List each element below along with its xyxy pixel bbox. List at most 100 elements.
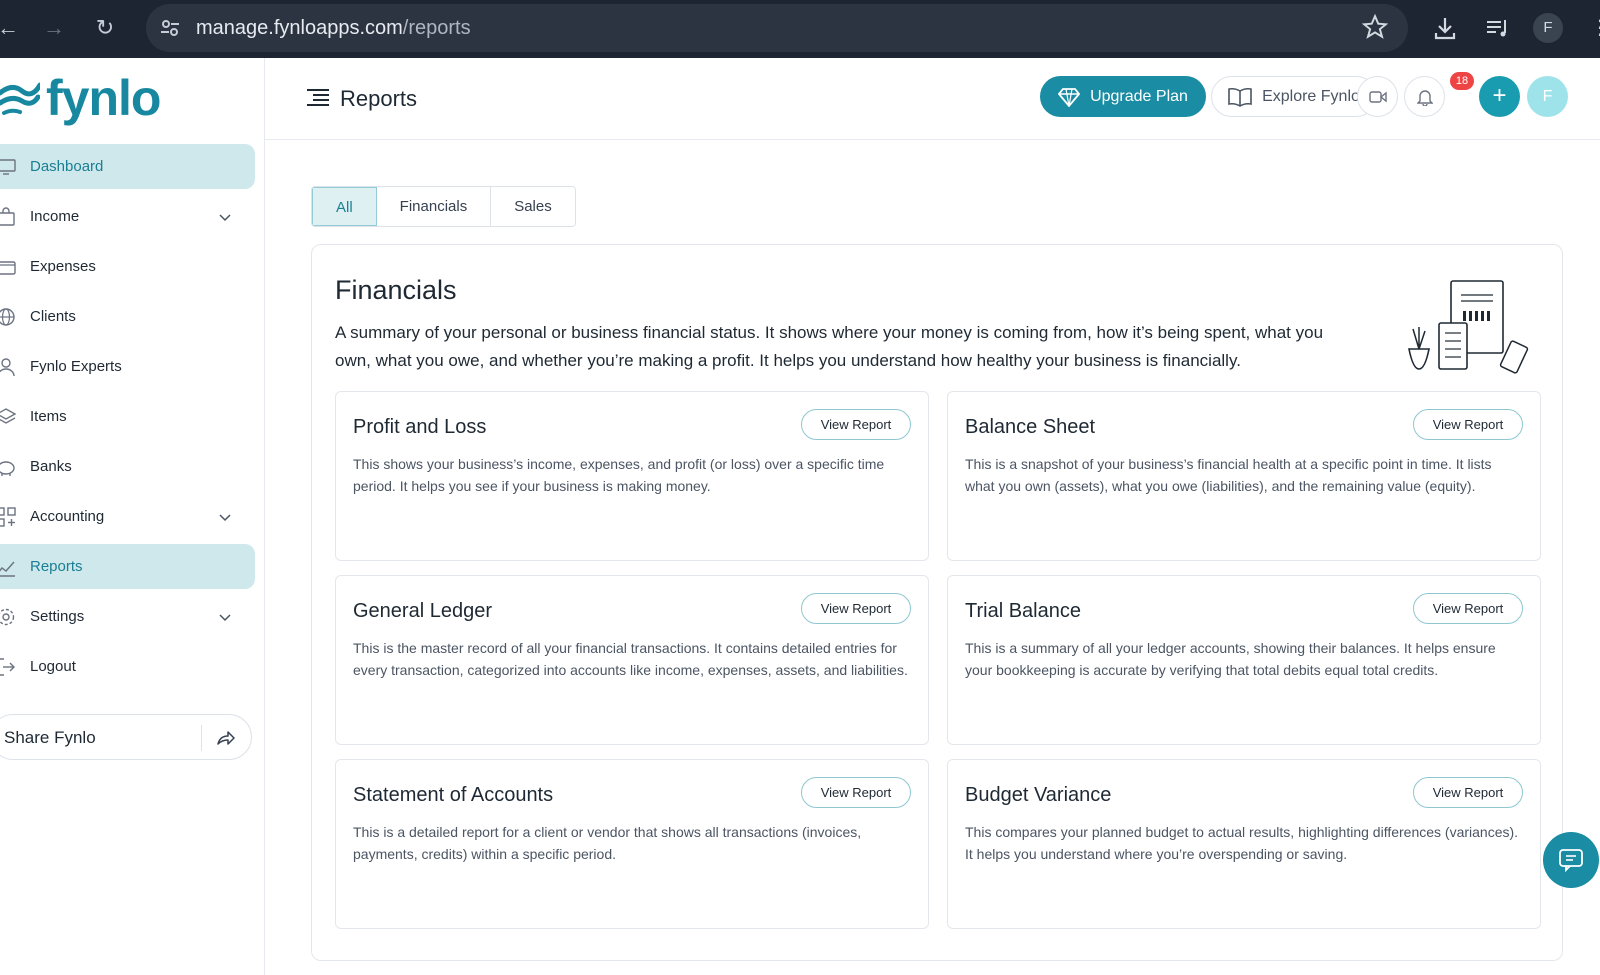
report-card-budget-variance: Budget Variance View Report This compare… [947,759,1541,929]
section-description: A summary of your personal or business f… [335,323,1324,370]
view-report-button[interactable]: View Report [801,777,911,808]
view-report-button[interactable]: View Report [801,409,911,440]
url-text: manage.fynloapps.com/reports [196,17,471,39]
tab-financials[interactable]: Financials [376,187,492,226]
grid-icon [0,507,16,527]
reload-icon[interactable]: ↻ [91,14,119,42]
bookmark-star-icon[interactable] [1362,14,1388,40]
sidebar-item-settings[interactable]: Settings [0,594,255,639]
sidebar-item-logout[interactable]: Logout [0,644,255,689]
upgrade-plan-button[interactable]: Upgrade Plan [1040,76,1206,117]
view-report-button[interactable]: View Report [1413,593,1523,624]
report-card-statement-of-accounts: Statement of Accounts View Report This i… [335,759,929,929]
report-card-balance-sheet: Balance Sheet View Report This is a snap… [947,391,1541,561]
chevron-down-icon[interactable] [218,210,232,224]
financials-section: Financials A summary of your personal or… [311,244,1563,961]
fynlo-logo[interactable]: fynlo [0,70,161,126]
top-header: Reports Upgrade Plan Explore Fynlo 18 + … [265,58,1600,140]
divider [201,725,202,751]
sidebar-item-banks[interactable]: Banks [0,444,255,489]
report-title: Budget Variance [965,784,1112,806]
forward-icon[interactable]: → [40,14,68,42]
sidebar-item-label: Logout [30,658,76,675]
book-icon [1228,87,1252,107]
chevron-down-icon[interactable] [218,510,232,524]
report-description: This is a detailed report for a client o… [353,824,862,862]
tab-sales[interactable]: Sales [491,187,575,226]
chart-icon [0,561,15,577]
back-icon[interactable]: ← [0,14,22,42]
monitor-icon [0,159,16,175]
report-description: This is the master record of all your fi… [353,640,908,678]
report-description: This shows your business’s income, expen… [353,456,885,494]
financial-documents-illustration [1408,280,1529,374]
report-card-general-ledger: General Ledger View Report This is the m… [335,575,929,745]
sidebar-item-accounting[interactable]: Accounting [0,494,255,539]
address-bar[interactable]: manage.fynloapps.com/reports [146,4,1408,52]
share-fynlo-button[interactable]: Share Fynlo [0,714,252,760]
sidebar-item-label: Settings [30,608,85,625]
video-button[interactable] [1357,76,1398,117]
sidebar-item-label: Banks [30,458,72,475]
sidebar-item-items[interactable]: Items [0,394,255,439]
report-title: Profit and Loss [353,416,487,438]
explore-fynlo-label: Explore Fynlo [1262,87,1360,105]
sidebar-item-label: Items [30,408,67,425]
site-settings-icon[interactable] [158,16,182,40]
menu-toggle-icon[interactable] [307,88,329,108]
report-title: Statement of Accounts [353,784,554,806]
sidebar-item-income[interactable]: Income [0,194,255,239]
report-title: Trial Balance [965,600,1081,622]
bell-icon [1416,89,1433,106]
logo-wave-icon [0,82,40,115]
sidebar-item-label: Dashboard [30,158,104,175]
share-arrow-icon[interactable] [215,728,235,748]
globe-icon [0,308,15,326]
layers-icon [0,408,16,424]
sidebar-item-label: Accounting [30,508,105,525]
gear-icon [0,608,15,626]
logout-icon [0,658,15,676]
sidebar-item-dashboard[interactable]: Dashboard [0,144,255,189]
sidebar-item-label: Clients [30,308,76,325]
upgrade-plan-label: Upgrade Plan [1090,87,1188,105]
diamond-icon [1058,87,1081,107]
logo-text: fynlo [46,70,161,126]
report-card-trial-balance: Trial Balance View Report This is a summ… [947,575,1541,745]
shopping-bag-icon [0,207,15,226]
report-description: This is a snapshot of your business’s fi… [965,456,1492,494]
media-control-icon[interactable] [1482,13,1512,43]
share-label: Share Fynlo [4,728,96,747]
report-card-profit-and-loss: Profit and Loss View Report This shows y… [335,391,929,561]
report-title: General Ledger [353,600,492,622]
notifications-button[interactable] [1404,76,1445,117]
download-icon[interactable] [1430,13,1460,43]
view-report-button[interactable]: View Report [1413,777,1523,808]
sidebar: fynlo Dashboard Income Expenses Clients … [0,58,265,975]
sidebar-menu: Dashboard Income Expenses Clients Fynlo … [0,144,255,694]
explore-fynlo-button[interactable]: Explore Fynlo [1211,76,1377,117]
browser-menu-icon[interactable]: ⋮ [1590,15,1600,43]
chevron-down-icon[interactable] [218,610,232,624]
report-description: This is a summary of all your ledger acc… [965,640,1496,678]
user-icon [0,358,15,377]
sidebar-item-label: Income [30,208,80,225]
report-title: Balance Sheet [965,416,1096,438]
view-report-button[interactable]: View Report [801,593,911,624]
sidebar-item-fynlo-experts[interactable]: Fynlo Experts [0,344,255,389]
sidebar-item-reports[interactable]: Reports [0,544,255,589]
chat-support-button[interactable] [1543,832,1599,888]
notification-count-badge: 18 [1450,72,1474,90]
video-camera-icon [1368,90,1387,103]
view-report-button[interactable]: View Report [1413,409,1523,440]
tab-all[interactable]: All [312,187,377,226]
sidebar-item-label: Expenses [30,258,96,275]
chat-bubble-icon [1559,849,1583,872]
user-avatar[interactable]: F [1527,76,1568,117]
browser-profile-avatar[interactable]: F [1533,13,1563,43]
browser-toolbar: ← → ↻ manage.fynloapps.com/reports F ⋮ [0,0,1600,58]
sidebar-item-clients[interactable]: Clients [0,294,255,339]
sidebar-item-expenses[interactable]: Expenses [0,244,255,289]
add-new-button[interactable]: + [1479,76,1520,117]
piggy-bank-icon [0,461,15,476]
